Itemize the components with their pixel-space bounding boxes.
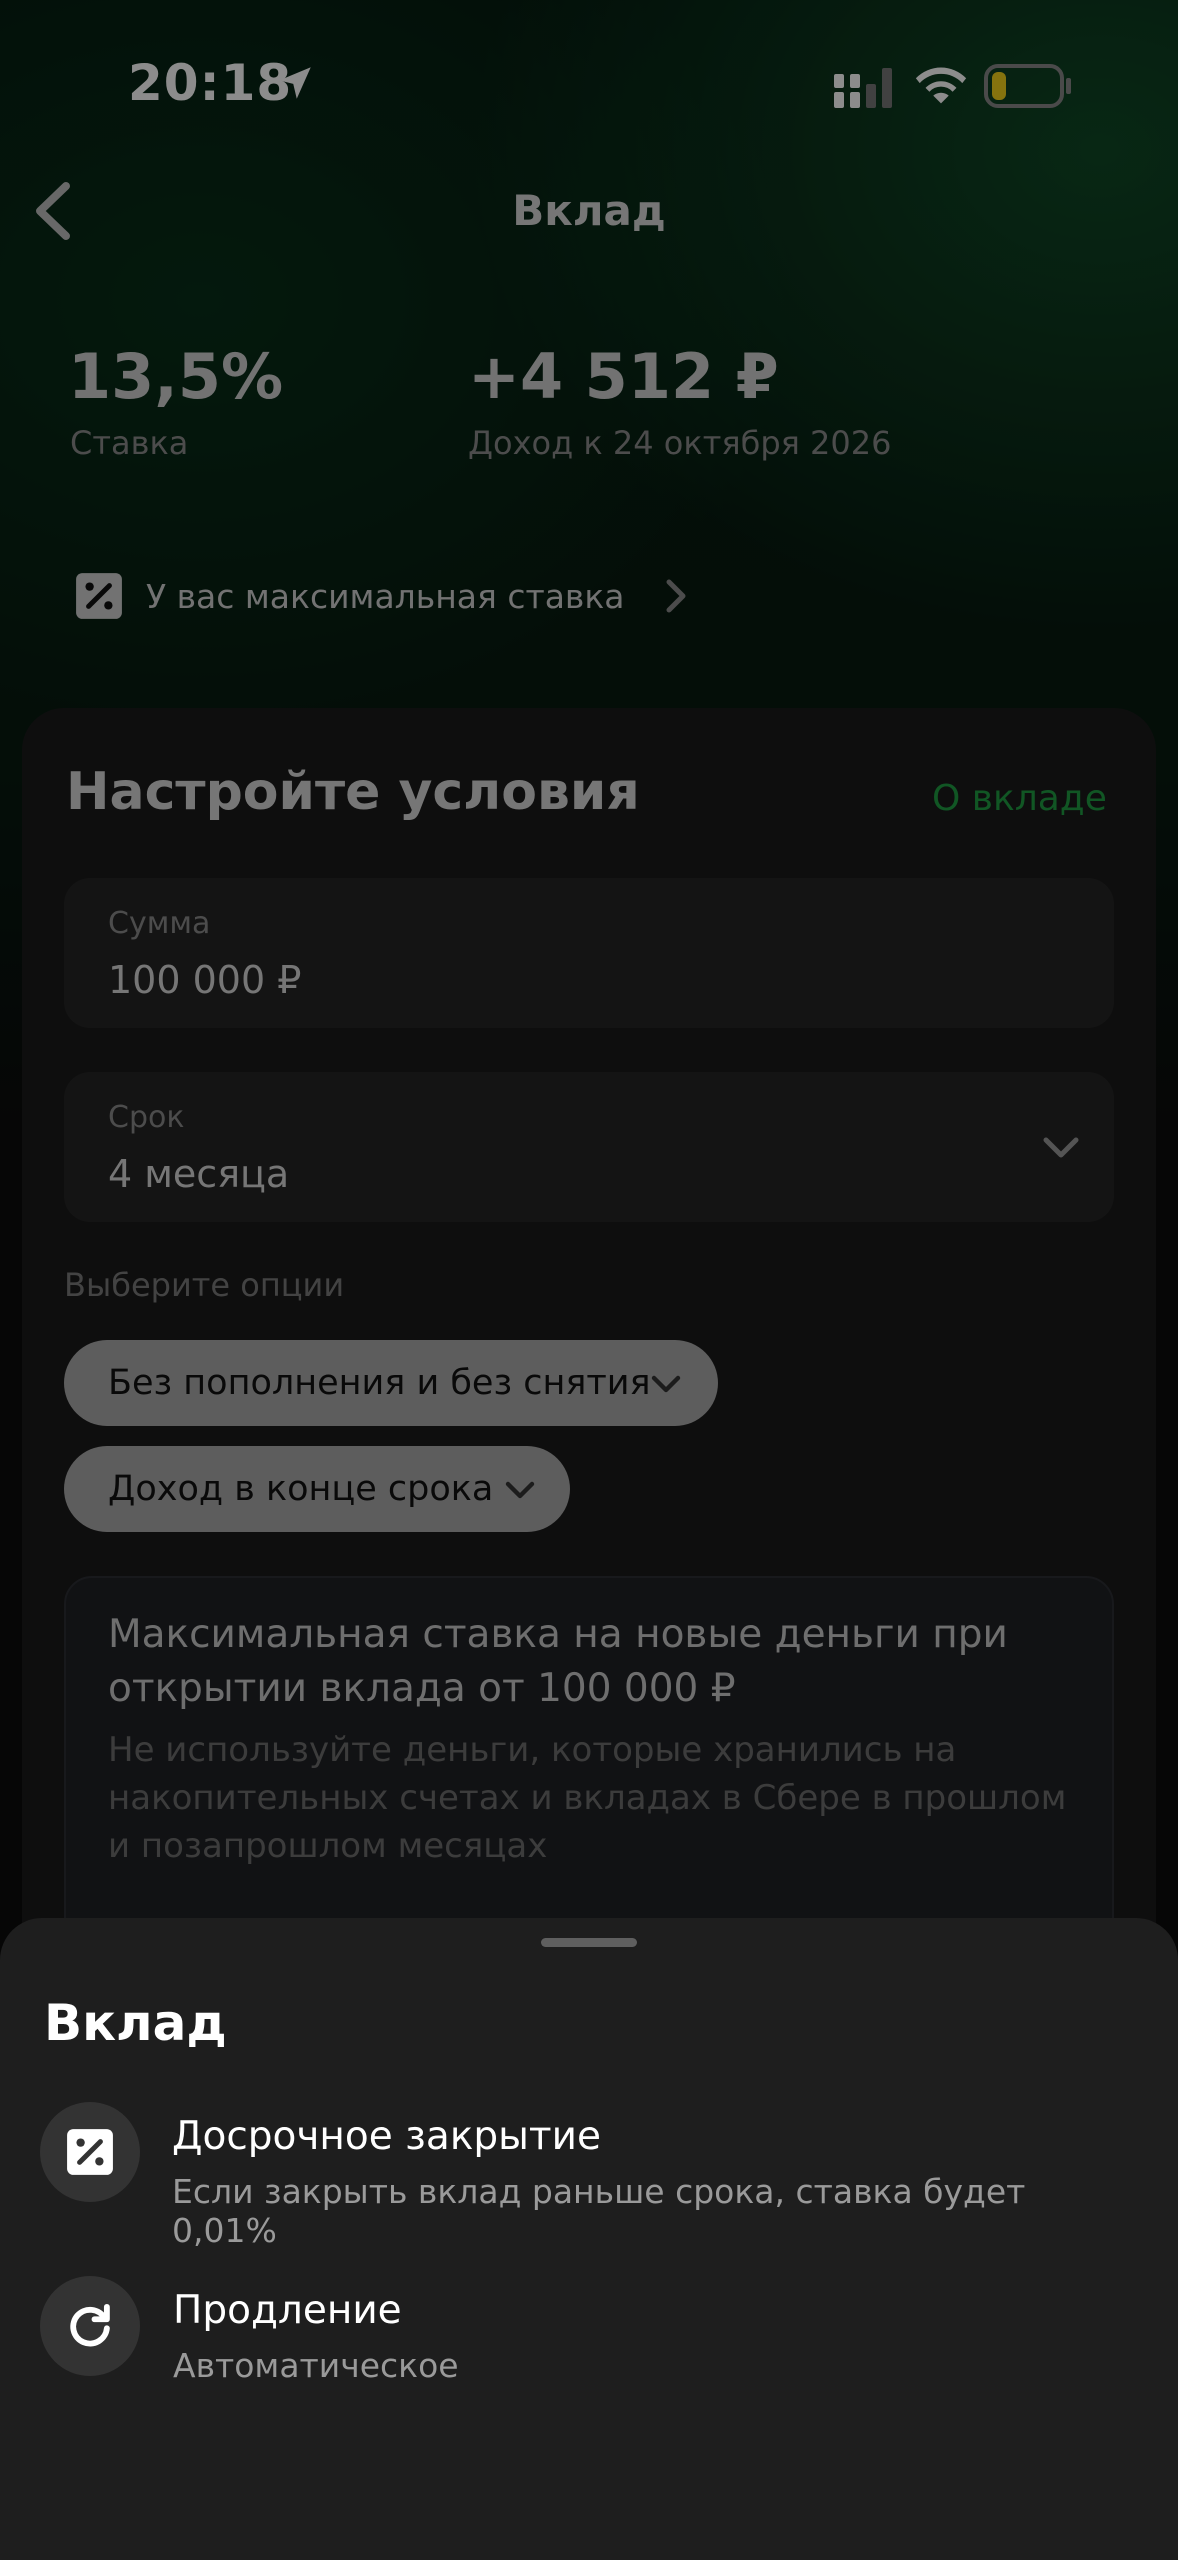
refresh-icon (40, 2276, 140, 2376)
renewal-row[interactable]: Продление Автоматическое (40, 2276, 1140, 2406)
sheet-grabber[interactable] (541, 1938, 637, 1947)
early-closure-title: Досрочное закрытие (172, 2114, 601, 2159)
renewal-title: Продление (173, 2288, 402, 2333)
sheet-title: Вклад (44, 1994, 227, 2052)
percent-icon (40, 2102, 140, 2202)
renewal-subtitle: Автоматическое (173, 2346, 459, 2385)
early-closure-row[interactable]: Досрочное закрытие Если закрыть вклад ра… (40, 2102, 1140, 2250)
early-closure-subtitle: Если закрыть вклад раньше срока, ставка … (172, 2172, 1026, 2250)
